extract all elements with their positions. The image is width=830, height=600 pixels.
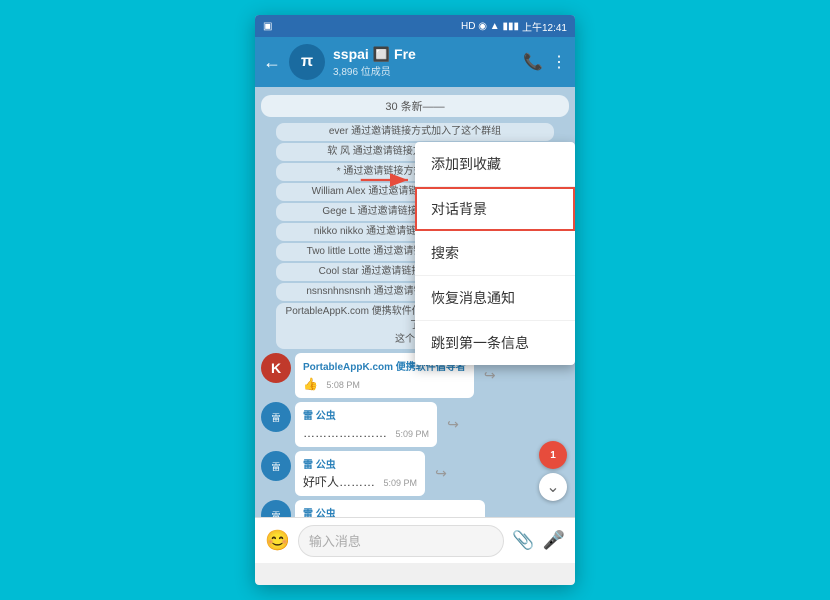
- msg-time-2: 5:09 PM: [395, 429, 429, 439]
- msg-avatar-4: 雷: [261, 500, 291, 517]
- msg-sender-3: 雷 公虫: [303, 456, 417, 471]
- forward-icon-4[interactable]: ↪: [491, 513, 511, 518]
- menu-item-restore-notifications[interactable]: 恢复消息通知: [415, 276, 575, 321]
- forward-icon-2[interactable]: ↪: [443, 415, 463, 435]
- forward-icon-3[interactable]: ↪: [431, 464, 451, 484]
- status-icon: ▣: [263, 21, 272, 32]
- message-4: 雷 雷 公虫 一下子……这么多……… 5:09 PM ↪: [261, 500, 569, 517]
- status-bar: ▣ HD ◉ ▲ ▮▮▮ 上午12:41: [255, 15, 575, 37]
- msg-text-2: …………………: [303, 426, 387, 440]
- menu-item-search[interactable]: 搜索: [415, 231, 575, 276]
- message-2: 雷 雷 公虫 ………………… 5:09 PM ↪: [261, 402, 569, 447]
- group-name: sspai 🔲 Fre: [333, 46, 515, 63]
- msg-time-1: 5:08 PM: [326, 380, 360, 390]
- msg-text-1: 👍: [303, 377, 318, 391]
- status-time: 上午12:41: [522, 19, 567, 34]
- status-info: HD ◉ ▲ ▮▮▮: [461, 21, 519, 32]
- msg-bubble-4: 雷 公虫 一下子……这么多……… 5:09 PM: [295, 500, 485, 517]
- more-icon[interactable]: ⋮: [551, 52, 567, 72]
- msg-bubble-2: 雷 公虫 ………………… 5:09 PM: [295, 402, 437, 447]
- group-avatar: π: [289, 44, 325, 80]
- unread-badge[interactable]: 1: [539, 441, 567, 469]
- bottom-bar: 😊 输入消息 📎 🎤: [255, 517, 575, 563]
- status-left: ▣: [263, 21, 272, 32]
- msg-sender-2: 雷 公虫: [303, 407, 429, 422]
- member-count: 3,896 位成员: [333, 63, 515, 78]
- back-button[interactable]: ←: [263, 52, 281, 73]
- menu-item-jump-first[interactable]: 跳到第一条信息: [415, 321, 575, 365]
- msg-text-3: 好吓人………: [303, 475, 375, 489]
- call-icon[interactable]: 📞: [523, 52, 543, 72]
- menu-item-chat-background[interactable]: 对话背景: [415, 187, 575, 231]
- system-msg-1: ever 通过邀请链接方式加入了这个群组: [276, 123, 553, 141]
- msg-bubble-3: 雷 公虫 好吓人……… 5:09 PM: [295, 451, 425, 496]
- msg-avatar-2: 雷: [261, 402, 291, 432]
- menu-item-add-favorites[interactable]: 添加到收藏: [415, 142, 575, 187]
- red-arrow-indicator: [357, 165, 417, 195]
- input-placeholder: 输入消息: [309, 531, 361, 550]
- header-info: sspai 🔲 Fre 3,896 位成员: [333, 46, 515, 78]
- msg-avatar-1: K: [261, 353, 291, 383]
- status-right: HD ◉ ▲ ▮▮▮ 上午12:41: [461, 19, 567, 34]
- forward-icon-1[interactable]: ↪: [480, 366, 500, 386]
- phone-frame: ▣ HD ◉ ▲ ▮▮▮ 上午12:41 ← π sspai 🔲 Fre 3,8…: [255, 15, 575, 585]
- message-3: 雷 雷 公虫 好吓人……… 5:09 PM ↪: [261, 451, 569, 496]
- emoji-icon[interactable]: 😊: [265, 528, 290, 553]
- mic-icon[interactable]: 🎤: [543, 530, 565, 551]
- msg-time-3: 5:09 PM: [383, 478, 417, 488]
- header-icons: 📞 ⋮: [523, 52, 567, 72]
- dropdown-menu: 添加到收藏 对话背景 搜索 恢复消息通知 跳到第一条信息: [415, 142, 575, 365]
- new-messages-bar: 30 条新——: [261, 95, 569, 117]
- msg-avatar-3: 雷: [261, 451, 291, 481]
- scroll-down-button[interactable]: ⌄: [539, 473, 567, 501]
- header: ← π sspai 🔲 Fre 3,896 位成员 📞 ⋮: [255, 37, 575, 87]
- chat-area: 30 条新—— ever 通过邀请链接方式加入了这个群组 软 风 通过邀请链接方…: [255, 87, 575, 517]
- msg-sender-4: 雷 公虫: [303, 505, 477, 517]
- attach-icon[interactable]: 📎: [512, 530, 534, 551]
- message-input[interactable]: 输入消息: [298, 525, 504, 557]
